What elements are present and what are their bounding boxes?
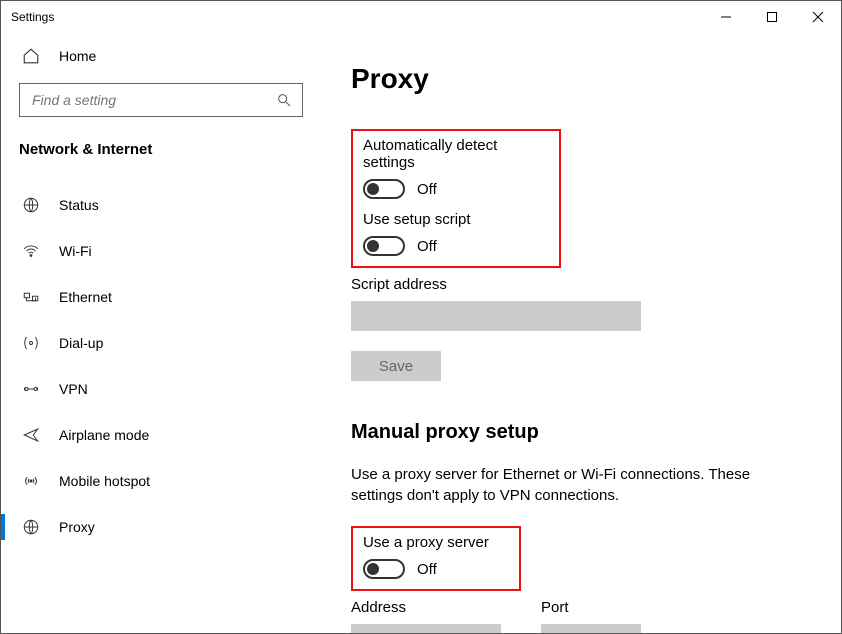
sidebar-item-airplane[interactable]: Airplane mode bbox=[19, 412, 303, 458]
manual-setup-title: Manual proxy setup bbox=[351, 421, 811, 444]
window-controls bbox=[703, 1, 841, 33]
sidebar-item-proxy[interactable]: Proxy bbox=[19, 504, 303, 550]
auto-detect-state: Off bbox=[417, 181, 437, 198]
ethernet-icon bbox=[21, 288, 41, 306]
minimize-button[interactable] bbox=[703, 1, 749, 33]
close-button[interactable] bbox=[795, 1, 841, 33]
search-icon bbox=[276, 92, 292, 108]
vpn-icon bbox=[21, 380, 41, 398]
section-title: Network & Internet bbox=[19, 141, 303, 158]
sidebar-item-label: Dial-up bbox=[59, 335, 103, 351]
save-button-label: Save bbox=[379, 358, 413, 375]
sidebar-item-label: Airplane mode bbox=[59, 427, 149, 443]
use-proxy-highlight: Use a proxy server Off bbox=[351, 526, 521, 591]
use-proxy-label: Use a proxy server bbox=[363, 534, 509, 551]
use-proxy-toggle[interactable] bbox=[363, 559, 405, 579]
sidebar-item-wifi[interactable]: Wi-Fi bbox=[19, 228, 303, 274]
home-label: Home bbox=[59, 48, 96, 64]
sidebar-item-dialup[interactable]: Dial-up bbox=[19, 320, 303, 366]
maximize-button[interactable] bbox=[749, 1, 795, 33]
sidebar-item-hotspot[interactable]: Mobile hotspot bbox=[19, 458, 303, 504]
sidebar: Home Network & Internet Status bbox=[1, 33, 321, 633]
page-title: Proxy bbox=[351, 63, 811, 95]
auto-detect-toggle[interactable] bbox=[363, 179, 405, 199]
home-link[interactable]: Home bbox=[19, 33, 303, 79]
sidebar-item-vpn[interactable]: VPN bbox=[19, 366, 303, 412]
save-button[interactable]: Save bbox=[351, 351, 441, 381]
settings-window: Settings Home bbox=[0, 0, 842, 634]
window-title: Settings bbox=[11, 10, 54, 24]
port-label: Port bbox=[541, 599, 641, 616]
setup-script-toggle[interactable] bbox=[363, 236, 405, 256]
dialup-icon bbox=[21, 334, 41, 352]
setup-script-state: Off bbox=[417, 238, 437, 255]
port-input[interactable] bbox=[541, 624, 641, 633]
search-input[interactable] bbox=[30, 91, 276, 109]
home-icon bbox=[21, 47, 41, 65]
sidebar-item-label: Status bbox=[59, 197, 99, 213]
content-pane: Proxy Automatically detect settings Off … bbox=[321, 33, 841, 633]
search-box[interactable] bbox=[19, 83, 303, 117]
sidebar-item-label: VPN bbox=[59, 381, 88, 397]
sidebar-item-label: Wi-Fi bbox=[59, 243, 92, 259]
titlebar: Settings bbox=[1, 1, 841, 33]
script-address-input[interactable] bbox=[351, 301, 641, 331]
hotspot-icon bbox=[21, 472, 41, 490]
use-proxy-state: Off bbox=[417, 561, 437, 578]
wifi-icon bbox=[21, 242, 41, 260]
manual-setup-desc: Use a proxy server for Ethernet or Wi-Fi… bbox=[351, 464, 781, 506]
address-label: Address bbox=[351, 599, 501, 616]
airplane-icon bbox=[21, 426, 41, 444]
auto-detect-label: Automatically detect settings bbox=[363, 137, 549, 171]
script-address-label: Script address bbox=[351, 276, 811, 293]
status-icon bbox=[21, 196, 41, 214]
proxy-icon bbox=[21, 518, 41, 536]
sidebar-item-label: Ethernet bbox=[59, 289, 112, 305]
setup-script-label: Use setup script bbox=[363, 211, 549, 228]
sidebar-item-status[interactable]: Status bbox=[19, 182, 303, 228]
sidebar-item-label: Proxy bbox=[59, 519, 95, 535]
sidebar-item-label: Mobile hotspot bbox=[59, 473, 150, 489]
sidebar-item-ethernet[interactable]: Ethernet bbox=[19, 274, 303, 320]
address-input[interactable] bbox=[351, 624, 501, 633]
auto-proxy-highlight: Automatically detect settings Off Use se… bbox=[351, 129, 561, 268]
